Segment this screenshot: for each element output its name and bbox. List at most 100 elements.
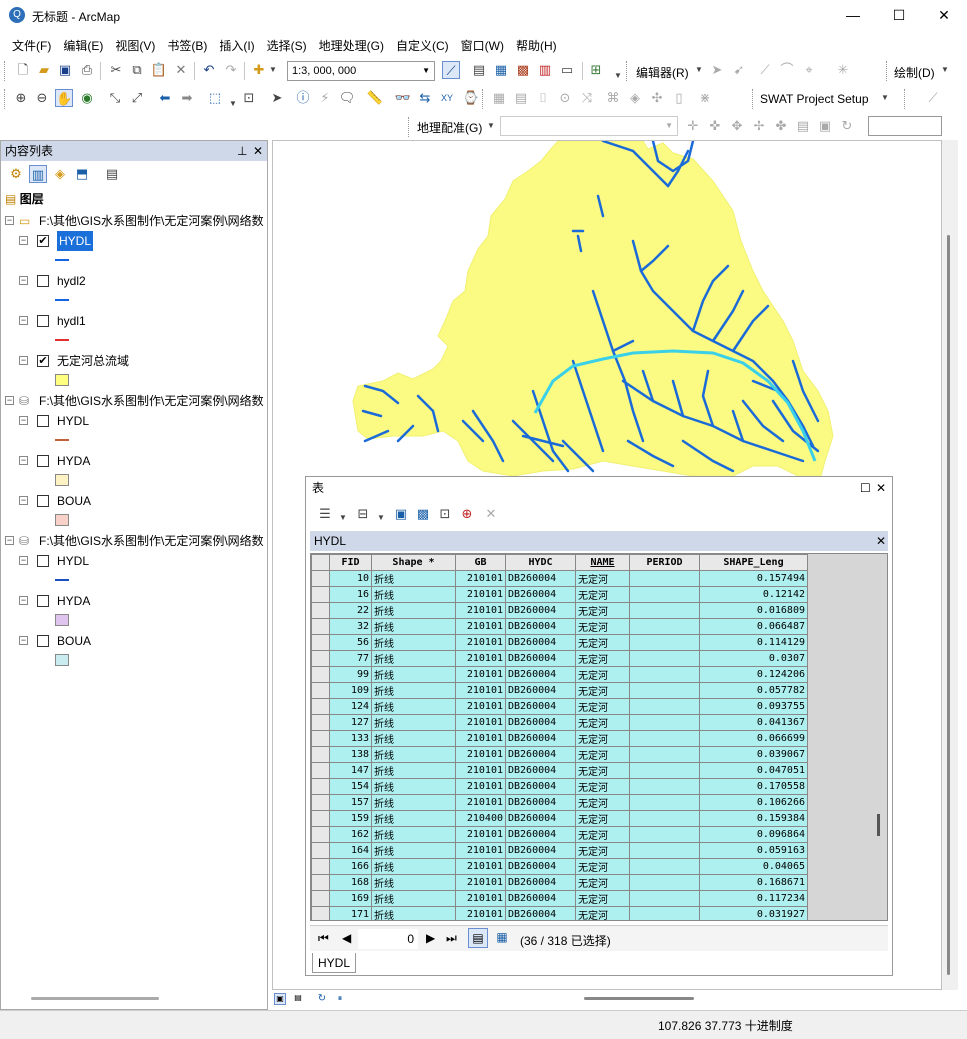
new-document-icon[interactable]: 🗋	[14, 61, 32, 79]
line-symbol[interactable]	[55, 299, 69, 301]
table-cell[interactable]: 210101	[455, 746, 506, 763]
zoom-to-selected-icon[interactable]: ⊕	[458, 505, 476, 523]
layer-visibility-checkbox[interactable]	[37, 555, 49, 567]
table-cell[interactable]: 210101	[455, 826, 506, 843]
table-cell[interactable]: 157	[329, 794, 372, 811]
row-selector[interactable]	[311, 602, 330, 619]
toolbar-grip[interactable]	[4, 61, 7, 81]
menu-selection[interactable]: 选择(S)	[261, 33, 313, 58]
last-record-icon[interactable]: ⏭	[446, 931, 457, 946]
table-cell[interactable]: 210101	[455, 890, 506, 907]
table-row[interactable]: 99 折线 210101 DB260004 无定河 0.124206	[311, 666, 808, 683]
draw-menu[interactable]: 绘制(D)	[894, 64, 935, 81]
related-tables-icon[interactable]: ⊟	[354, 505, 372, 523]
menu-file[interactable]: 文件(F)	[6, 33, 57, 58]
undo-icon[interactable]: ↶	[200, 61, 218, 79]
table-cell[interactable]: DB260004	[505, 794, 576, 811]
row-selector[interactable]	[311, 634, 330, 651]
table-cell[interactable]: 109	[329, 682, 372, 699]
column-header[interactable]: NAME	[575, 554, 630, 571]
time-slider-icon[interactable]: ⌚	[462, 89, 480, 107]
editor-menu[interactable]: 编辑器(R)	[636, 64, 689, 81]
row-selector[interactable]	[311, 714, 330, 731]
menu-geoprocessing[interactable]: 地理处理(G)	[313, 33, 390, 58]
table-cell[interactable]	[629, 890, 700, 907]
table-cell[interactable]: 0.124206	[699, 666, 808, 683]
layer-visibility-checkbox[interactable]	[37, 415, 49, 427]
table-cell[interactable]	[629, 682, 700, 699]
table-row[interactable]: 124 折线 210101 DB260004 无定河 0.093755	[311, 698, 808, 715]
menu-customize[interactable]: 自定义(C)	[390, 33, 455, 58]
pin-icon[interactable]: ⊥	[237, 141, 247, 161]
table-cell[interactable]: 169	[329, 890, 372, 907]
row-selector[interactable]	[311, 778, 330, 795]
table-cell[interactable]: 0.039067	[699, 746, 808, 763]
layout-view-icon[interactable]: ▤	[292, 993, 304, 1005]
table-cell[interactable]: 10	[329, 570, 372, 587]
table-cell[interactable]: 无定河	[575, 586, 630, 603]
row-selector[interactable]	[311, 762, 330, 779]
swat-project-setup-menu[interactable]: SWAT Project Setup	[760, 92, 869, 106]
table-cell[interactable]: 210101	[455, 842, 506, 859]
open-folder-icon[interactable]: ▰	[35, 61, 53, 79]
table-cell[interactable]: 折线	[371, 858, 456, 875]
fixed-zoom-out-icon[interactable]: ⤢	[128, 89, 146, 107]
table-cell[interactable]: 无定河	[575, 570, 630, 587]
row-selector[interactable]	[311, 666, 330, 683]
previous-record-icon[interactable]: ◀	[342, 931, 351, 945]
table-cell[interactable]: DB260004	[505, 698, 576, 715]
table-cell[interactable]	[629, 826, 700, 843]
chevron-down-icon[interactable]: ▼	[372, 509, 390, 527]
table-cell[interactable]: 210101	[455, 634, 506, 651]
column-header[interactable]: SHAPE_Leng	[699, 554, 808, 571]
table-cell[interactable]	[629, 634, 700, 651]
table-cell[interactable]: DB260004	[505, 586, 576, 603]
table-cell[interactable]: 166	[329, 858, 372, 875]
menu-insert[interactable]: 插入(I)	[213, 33, 260, 58]
print-icon[interactable]: ⎙	[78, 61, 96, 79]
table-cell[interactable]: 77	[329, 650, 372, 667]
arctoolbox-icon[interactable]: ▥	[536, 61, 554, 79]
column-header[interactable]: Shape *	[371, 554, 456, 571]
table-cell[interactable]: 0.041367	[699, 714, 808, 731]
collapse-icon[interactable]: −	[19, 456, 28, 465]
close-window-button[interactable]: ✕	[921, 0, 967, 31]
show-selected-records-icon[interactable]: ▦	[492, 928, 512, 948]
table-cell[interactable]: 0.066487	[699, 618, 808, 635]
collapse-icon[interactable]: −	[19, 596, 28, 605]
table-cell[interactable]: 无定河	[575, 666, 630, 683]
table-cell[interactable]: 210101	[455, 698, 506, 715]
table-cell[interactable]: 折线	[371, 682, 456, 699]
table-cell[interactable]: 无定河	[575, 714, 630, 731]
row-selector[interactable]	[311, 746, 330, 763]
clear-selection-icon[interactable]: ⊡	[436, 505, 454, 523]
table-cell[interactable]: 124	[329, 698, 372, 715]
collapse-icon[interactable]: −	[19, 356, 28, 365]
table-cell[interactable]: 0.168671	[699, 874, 808, 891]
chevron-down-icon[interactable]: ▼	[268, 61, 278, 79]
options-icon[interactable]: ▤	[103, 165, 121, 183]
layer-visibility-checkbox[interactable]	[37, 635, 49, 647]
collapse-icon[interactable]: −	[5, 536, 14, 545]
full-extent-icon[interactable]: ◉	[78, 89, 96, 107]
table-cell[interactable]: 折线	[371, 570, 456, 587]
row-selector[interactable]	[311, 858, 330, 875]
table-cell[interactable]: 0.04065	[699, 858, 808, 875]
table-cell[interactable]: 无定河	[575, 762, 630, 779]
fill-symbol[interactable]	[55, 654, 69, 666]
collapse-icon[interactable]: −	[19, 276, 28, 285]
table-cell[interactable]: 210101	[455, 650, 506, 667]
line-symbol[interactable]	[55, 579, 69, 581]
table-cell[interactable]	[629, 778, 700, 795]
collapse-icon[interactable]: −	[19, 636, 28, 645]
identify-icon[interactable]: ⓘ	[294, 89, 312, 107]
close-icon[interactable]: ✕	[253, 141, 263, 161]
layer-visibility-checkbox[interactable]: ✔	[37, 235, 49, 247]
select-features-icon[interactable]: ⬚	[206, 89, 224, 107]
table-row[interactable]: 147 折线 210101 DB260004 无定河 0.047051	[311, 762, 808, 779]
row-selector[interactable]	[311, 810, 330, 827]
table-cell[interactable]: 0.047051	[699, 762, 808, 779]
table-cell[interactable]	[629, 618, 700, 635]
table-cell[interactable]: 折线	[371, 634, 456, 651]
table-cell[interactable]: 折线	[371, 698, 456, 715]
